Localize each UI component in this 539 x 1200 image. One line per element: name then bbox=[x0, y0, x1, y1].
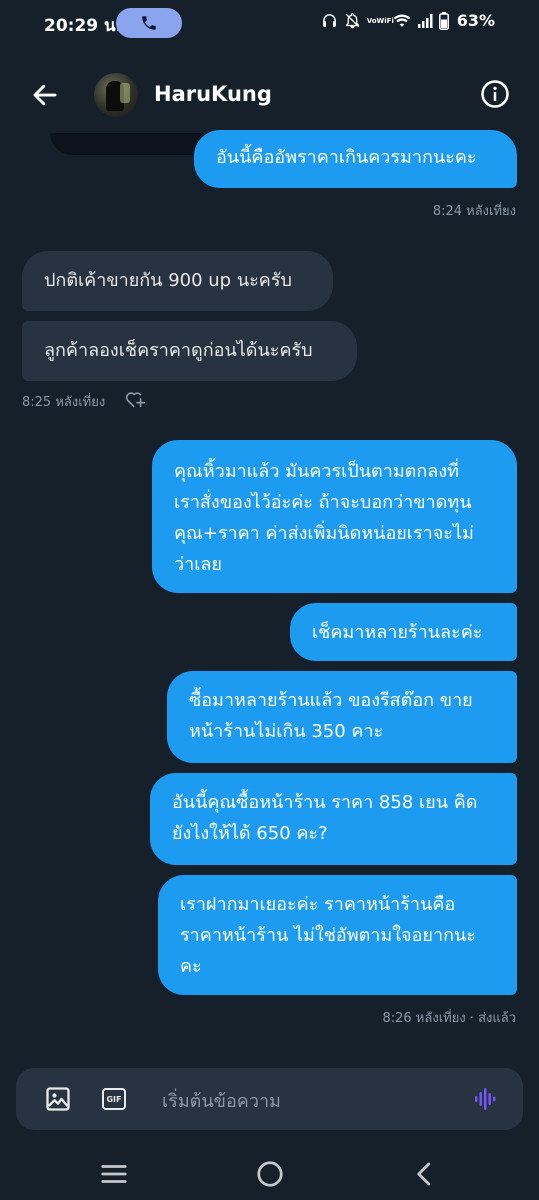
home-icon[interactable] bbox=[255, 1159, 285, 1189]
gif-icon[interactable]: GIF bbox=[100, 1085, 128, 1113]
image-icon[interactable] bbox=[44, 1085, 72, 1113]
message-bubble-sent[interactable]: อันนี้คืออัพราคาเกินควรมากนะคะ bbox=[194, 130, 517, 188]
mute-bell-icon bbox=[345, 13, 360, 29]
phone-icon bbox=[142, 16, 156, 30]
ongoing-call-pill[interactable] bbox=[116, 8, 182, 38]
battery-icon bbox=[438, 11, 449, 30]
system-navigation-bar bbox=[0, 1145, 539, 1200]
message-bubble-sent[interactable]: อันนี้คุณซื้อหน้าร้าน ราคา 858 เยน คิด ย… bbox=[150, 773, 517, 865]
status-time: 20:29 น. bbox=[44, 16, 123, 36]
recent-apps-icon[interactable] bbox=[99, 1159, 129, 1189]
message-timestamp: 8:24 หลังเที่ยง bbox=[432, 204, 516, 219]
back-nav-icon[interactable] bbox=[410, 1159, 440, 1189]
message-bubble-received[interactable]: ปกติเค้าขายกัน 900 up นะครับ bbox=[22, 251, 333, 311]
battery-percentage: 63% bbox=[456, 11, 495, 30]
message-composer: GIF เริ่มต้นข้อความ bbox=[16, 1068, 523, 1130]
message-timestamp: 8:25 หลังเที่ยง bbox=[22, 395, 106, 410]
heart-plus-icon[interactable] bbox=[124, 388, 148, 410]
headphones-icon bbox=[322, 14, 336, 27]
conversation-header: HaruKung bbox=[0, 60, 539, 130]
status-icons: VoWiFi 63% bbox=[321, 11, 495, 30]
message-bubble-sent[interactable]: คุณหิ้วมาแล้ว มันควรเป็นตามตกลงที่ เราสั… bbox=[152, 440, 517, 593]
status-bar: 20:29 น. VoWiFi 63% bbox=[0, 0, 539, 46]
gif-label: GIF bbox=[106, 1094, 122, 1104]
message-bubble-sent[interactable]: ซื้อมาหลายร้านแล้ว ของรีสต๊อก ขาย หน้าร้… bbox=[167, 671, 517, 763]
wifi-icon bbox=[393, 14, 410, 27]
voice-wave-icon[interactable] bbox=[472, 1085, 500, 1113]
message-input[interactable]: เริ่มต้นข้อความ bbox=[162, 1086, 281, 1115]
message-bubble-sent[interactable]: เช็คมาหลายร้านละค่ะ bbox=[290, 603, 517, 661]
message-bubble-sent[interactable]: เราฝากมาเยอะค่ะ ราคาหน้าร้านคือ ราคาหน้า… bbox=[158, 875, 517, 995]
info-icon[interactable] bbox=[480, 79, 510, 109]
arrow-left-icon[interactable] bbox=[30, 80, 60, 110]
contact-name[interactable]: HaruKung bbox=[154, 82, 272, 106]
vowifi-label: VoWiFi bbox=[366, 16, 394, 25]
avatar[interactable] bbox=[94, 73, 138, 117]
message-timestamp-delivered: 8:26 หลังเที่ยง · ส่งแล้ว bbox=[382, 1011, 516, 1026]
signal-icon bbox=[417, 13, 433, 28]
message-bubble-received[interactable]: ลูกค้าลองเช็คราคาดูก่อนได้นะครับ bbox=[22, 321, 357, 381]
